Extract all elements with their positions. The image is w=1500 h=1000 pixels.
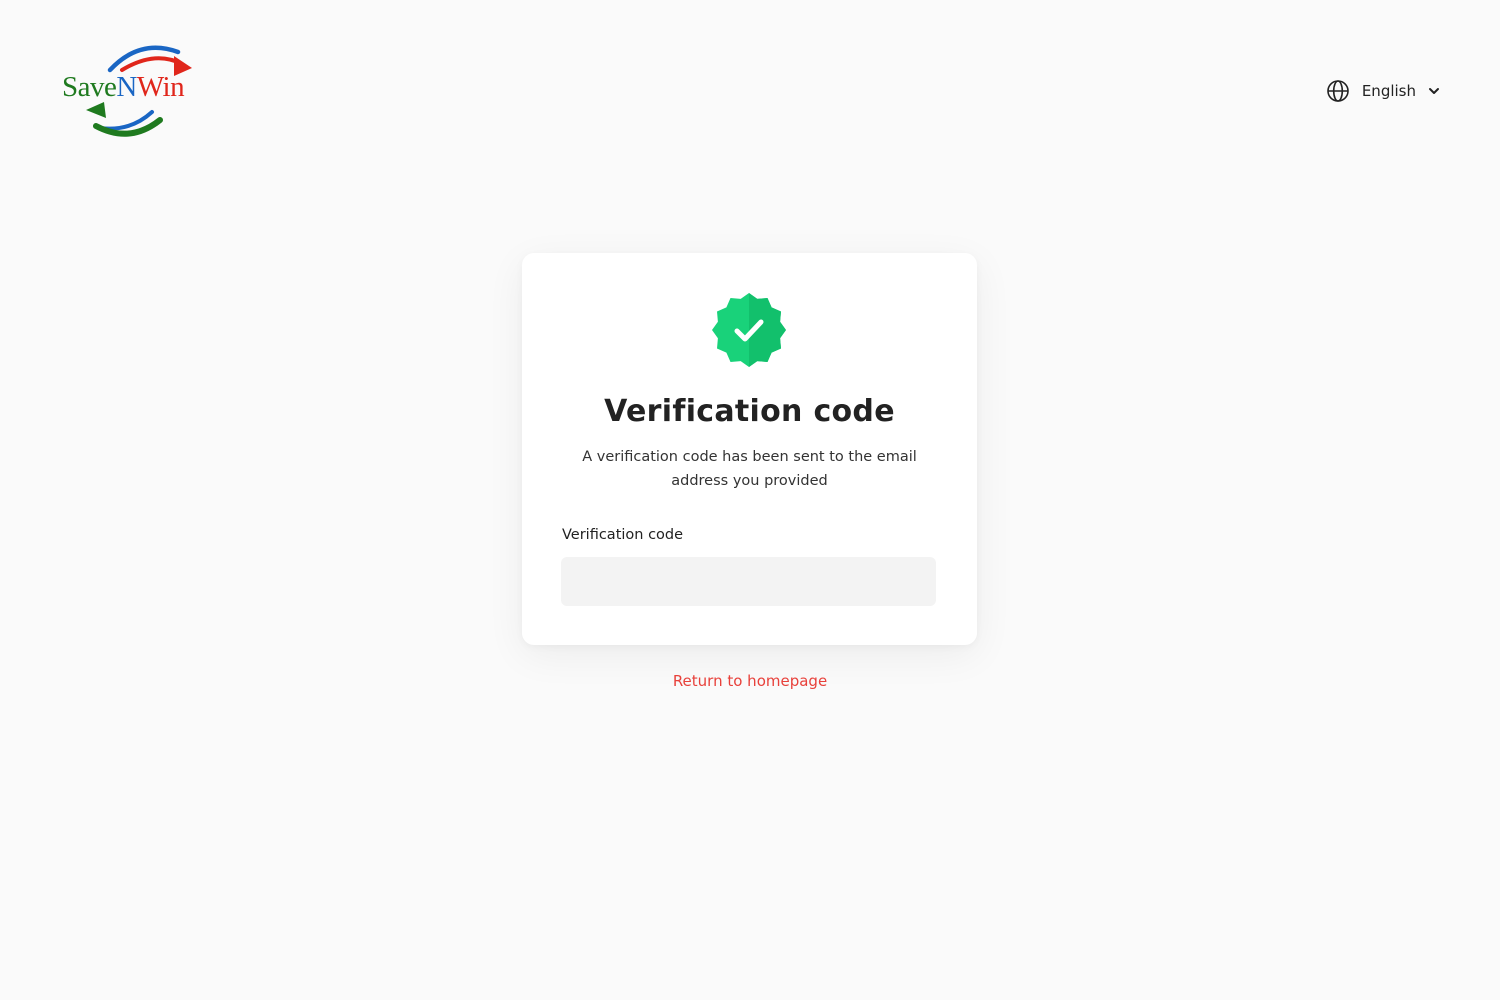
verification-code-input[interactable] bbox=[561, 557, 936, 606]
language-label: English bbox=[1361, 82, 1416, 100]
return-to-homepage-link[interactable]: Return to homepage bbox=[673, 672, 827, 690]
verification-description: A verification code has been sent to the… bbox=[582, 449, 917, 489]
brand-logo[interactable]: SaveNWin bbox=[60, 40, 205, 142]
page-title: Verification code bbox=[604, 394, 895, 429]
verification-card: Verification code A verification code ha… bbox=[522, 253, 977, 645]
logo-text-win: Win bbox=[136, 71, 185, 103]
language-selector[interactable]: English bbox=[1326, 78, 1440, 104]
verification-code-label: Verification code bbox=[562, 527, 684, 543]
logo-text-n: N bbox=[116, 71, 137, 103]
chevron-down-icon bbox=[1428, 85, 1440, 97]
return-link-row: Return to homepage bbox=[0, 672, 1500, 690]
brand-wordmark: SaveNWin bbox=[62, 71, 185, 103]
verified-badge-icon bbox=[712, 293, 786, 367]
globe-icon bbox=[1326, 79, 1350, 103]
logo-text-save: Save bbox=[62, 71, 117, 103]
